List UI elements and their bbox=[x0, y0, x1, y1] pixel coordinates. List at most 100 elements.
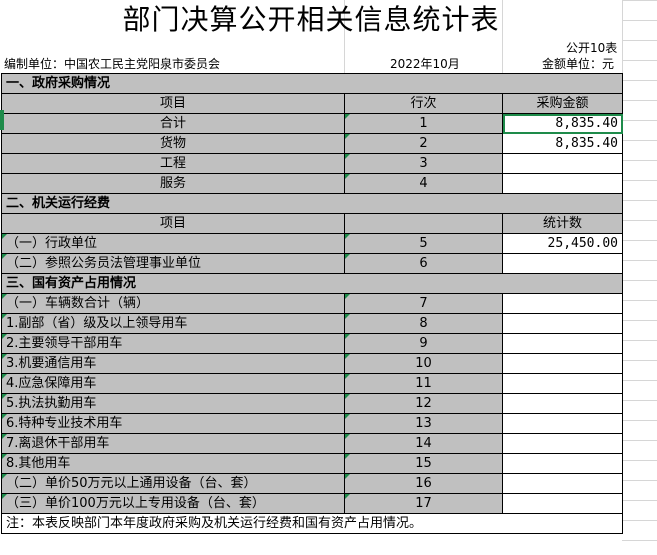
amount-cell[interactable] bbox=[502, 393, 623, 414]
row-label[interactable]: 5.执法执勤用车 bbox=[1, 393, 345, 414]
section-heading-assets[interactable]: 三、国有资产占用情况 bbox=[1, 273, 623, 294]
number-stored-as-text-marker bbox=[345, 234, 350, 239]
amount-cell[interactable] bbox=[502, 173, 623, 194]
row-line-number[interactable]: 15 bbox=[344, 453, 503, 474]
amount-cell[interactable] bbox=[502, 353, 623, 374]
row-label[interactable]: 8.其他用车 bbox=[1, 453, 345, 474]
table-row: 项目 统计数 bbox=[1, 213, 623, 234]
gridline bbox=[622, 0, 623, 73]
number-stored-as-text-marker bbox=[2, 314, 7, 319]
number-stored-as-text-marker bbox=[2, 354, 7, 359]
amount-cell[interactable]: 8,835.40 bbox=[502, 133, 623, 154]
row-line-number[interactable]: 1 bbox=[344, 113, 503, 134]
number-stored-as-text-marker bbox=[345, 454, 350, 459]
cell-text: 12 bbox=[415, 396, 432, 411]
row-label[interactable]: （一）行政单位 bbox=[1, 233, 345, 254]
number-stored-as-text-marker bbox=[345, 294, 350, 299]
number-stored-as-text-marker bbox=[2, 374, 7, 379]
cell-text: 5.执法执勤用车 bbox=[6, 396, 97, 411]
cell-text: 13 bbox=[415, 416, 432, 431]
col-header-empty[interactable] bbox=[344, 213, 503, 234]
amount-cell[interactable]: 8,835.40 bbox=[502, 113, 623, 134]
col-header-item[interactable]: 项目 bbox=[1, 93, 345, 114]
row-label[interactable]: （三）单价100万元以上专用设备（台、套） bbox=[1, 493, 345, 514]
number-stored-as-text-marker bbox=[345, 474, 350, 479]
cell-text: 11 bbox=[415, 376, 432, 391]
cell-text: 9 bbox=[419, 336, 428, 351]
cell-text: 6.特种专业技术用车 bbox=[6, 416, 123, 431]
row-line-number[interactable]: 3 bbox=[344, 153, 503, 174]
row-line-number[interactable]: 13 bbox=[344, 413, 503, 434]
row-line-number[interactable]: 16 bbox=[344, 473, 503, 494]
row-label[interactable]: （一）车辆数合计（辆） bbox=[1, 293, 345, 314]
table-row: 4.应急保障用车 11 bbox=[1, 373, 623, 394]
amount-cell[interactable] bbox=[502, 433, 623, 454]
sheet-grid-background bbox=[622, 0, 657, 555]
table-note[interactable]: 注：本表反映部门本年度政府采购及机关运行经费和国有资产占用情况。 bbox=[1, 513, 623, 534]
col-header-line[interactable]: 行次 bbox=[344, 93, 503, 114]
amount-cell[interactable]: 25,450.00 bbox=[502, 233, 623, 254]
number-stored-as-text-marker bbox=[2, 394, 7, 399]
amount-cell[interactable] bbox=[502, 473, 623, 494]
amount-cell[interactable] bbox=[502, 293, 623, 314]
row-label[interactable]: 合计 bbox=[1, 113, 345, 134]
number-stored-as-text-marker bbox=[345, 134, 350, 139]
number-stored-as-text-marker bbox=[2, 454, 7, 459]
col-header-amount[interactable]: 采购金额 bbox=[502, 93, 623, 114]
cell-text: 5 bbox=[419, 236, 428, 251]
number-stored-as-text-marker bbox=[345, 414, 350, 419]
row-label[interactable]: 7.离退休干部用车 bbox=[1, 433, 345, 454]
unit-label: 金额单位：元 bbox=[542, 57, 615, 71]
amount-cell[interactable] bbox=[502, 333, 623, 354]
amount-cell[interactable] bbox=[502, 253, 623, 274]
row-label[interactable]: 服务 bbox=[1, 173, 345, 194]
row-label[interactable]: 3.机要通信用车 bbox=[1, 353, 345, 374]
row-label[interactable]: 4.应急保障用车 bbox=[1, 373, 345, 394]
cell-text: 1 bbox=[419, 116, 428, 131]
row-label[interactable]: （二）单价50万元以上通用设备（台、套） bbox=[1, 473, 345, 494]
number-stored-as-text-marker bbox=[2, 234, 7, 239]
col-header-stat[interactable]: 统计数 bbox=[502, 213, 623, 234]
row-line-number[interactable]: 17 bbox=[344, 493, 503, 514]
row-label[interactable]: 2.主要领导干部用车 bbox=[1, 333, 345, 354]
row-label[interactable]: （二）参照公务员法管理事业单位 bbox=[1, 253, 345, 274]
row-line-number[interactable]: 6 bbox=[344, 253, 503, 274]
row-line-number[interactable]: 10 bbox=[344, 353, 503, 374]
row-label[interactable]: 货物 bbox=[1, 133, 345, 154]
section-heading-procurement[interactable]: 一、政府采购情况 bbox=[1, 73, 623, 94]
number-stored-as-text-marker bbox=[2, 474, 7, 479]
row-line-number[interactable]: 4 bbox=[344, 173, 503, 194]
active-row-marker bbox=[0, 110, 4, 130]
row-label[interactable]: 1.副部（省）级及以上领导用车 bbox=[1, 313, 345, 334]
row-line-number[interactable]: 7 bbox=[344, 293, 503, 314]
section-heading-operation[interactable]: 二、机关运行经费 bbox=[1, 193, 623, 214]
row-line-number[interactable]: 2 bbox=[344, 133, 503, 154]
amount-cell[interactable] bbox=[502, 413, 623, 434]
amount-cell[interactable] bbox=[502, 453, 623, 474]
number-stored-as-text-marker bbox=[345, 374, 350, 379]
table-row: 服务 4 bbox=[1, 173, 623, 194]
row-line-number[interactable]: 5 bbox=[344, 233, 503, 254]
amount-cell[interactable] bbox=[502, 493, 623, 514]
row-line-number[interactable]: 8 bbox=[344, 313, 503, 334]
row-label[interactable]: 工程 bbox=[1, 153, 345, 174]
row-line-number[interactable]: 9 bbox=[344, 333, 503, 354]
row-line-number[interactable]: 11 bbox=[344, 373, 503, 394]
table-row: （一）车辆数合计（辆） 7 bbox=[1, 293, 623, 314]
col-header-item[interactable]: 项目 bbox=[1, 213, 345, 234]
cell-text: 16 bbox=[415, 476, 432, 491]
amount-cell[interactable] bbox=[502, 373, 623, 394]
table-row: 注：本表反映部门本年度政府采购及机关运行经费和国有资产占用情况。 bbox=[1, 513, 623, 534]
amount-cell[interactable] bbox=[502, 313, 623, 334]
amount-cell[interactable] bbox=[502, 153, 623, 174]
number-stored-as-text-marker bbox=[345, 174, 350, 179]
cell-text: 3.机要通信用车 bbox=[6, 356, 97, 371]
cell-text: 15 bbox=[415, 456, 432, 471]
table-row: 工程 3 bbox=[1, 153, 623, 174]
number-stored-as-text-marker bbox=[2, 494, 7, 499]
cell-text: 4.应急保障用车 bbox=[6, 376, 97, 391]
row-line-number[interactable]: 14 bbox=[344, 433, 503, 454]
number-stored-as-text-marker bbox=[2, 254, 7, 259]
row-line-number[interactable]: 12 bbox=[344, 393, 503, 414]
row-label[interactable]: 6.特种专业技术用车 bbox=[1, 413, 345, 434]
